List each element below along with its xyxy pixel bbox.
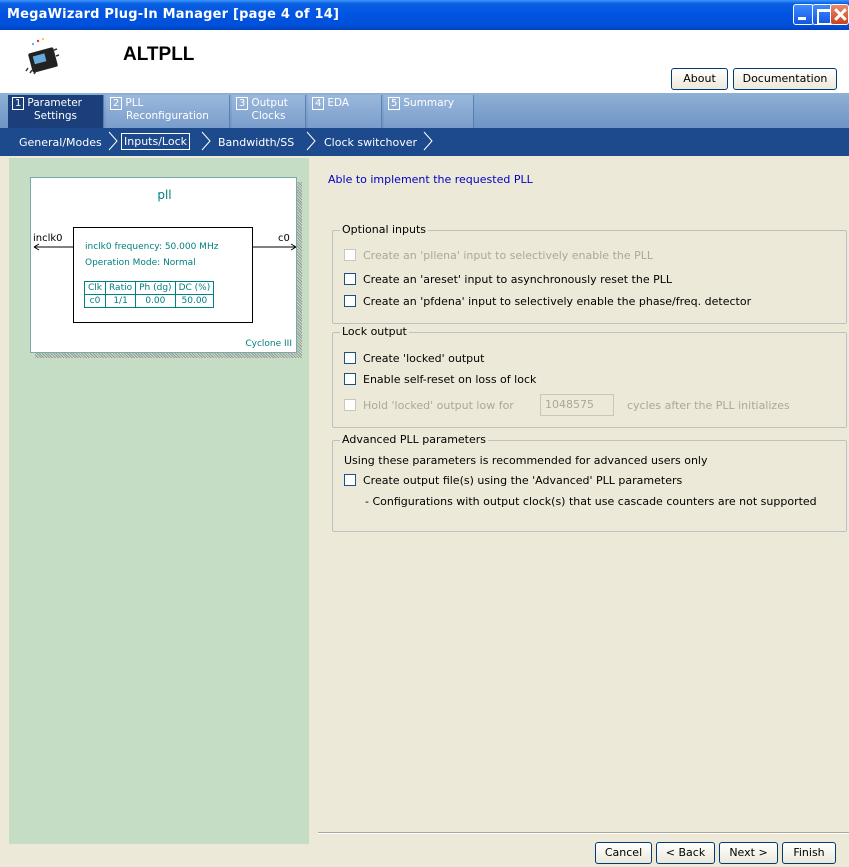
clock-table: Clk Ratio Ph (dg) DC (%) c0 1/1 0.00 50.… — [84, 281, 215, 308]
table-row: c0 1/1 0.00 50.00 — [84, 294, 215, 308]
advanced-note: Using these parameters is recommended fo… — [344, 454, 708, 467]
tab-label-line2: Settings — [33, 110, 78, 122]
chevron-right-icon — [306, 131, 316, 151]
back-button[interactable]: < Back — [656, 842, 715, 864]
tab-label-line2: Reconfiguration — [126, 110, 209, 122]
minimize-icon[interactable] — [793, 4, 814, 25]
tab-output-clocks[interactable]: 3 Output Clocks — [232, 95, 306, 128]
checkbox-label: Enable self-reset on loss of lock — [363, 373, 537, 386]
footer-divider — [318, 832, 849, 834]
checkbox-box — [344, 295, 356, 307]
wizard-header: ALTPLL About Documentation — [0, 30, 849, 93]
tab-pll-reconfiguration[interactable]: 2 PLL Reconfiguration — [106, 95, 230, 128]
title-bar: MegaWizard Plug-In Manager [page 4 of 14… — [0, 0, 849, 30]
mode-text: Operation Mode: Normal — [85, 258, 196, 268]
tab-label: Output — [251, 97, 288, 109]
group-legend: Optional inputs — [340, 223, 429, 236]
checkbox-label: Create 'locked' output — [363, 352, 485, 365]
device-family-label: Cyclone III — [245, 339, 292, 349]
group-legend: Lock output — [340, 325, 409, 338]
checkbox-box — [344, 373, 356, 385]
cancel-button-label: Cancel — [604, 846, 643, 859]
self-reset-checkbox[interactable]: Enable self-reset on loss of lock — [344, 373, 536, 386]
chevron-right-icon — [108, 131, 118, 151]
subnav-bandwidth-ss[interactable]: Bandwidth/SS — [218, 136, 294, 149]
back-button-label: < Back — [665, 846, 706, 859]
table-cell: 50.00 — [174, 294, 215, 308]
tab-label-line2: Clocks — [251, 110, 286, 122]
finish-button-label: Finish — [793, 846, 825, 859]
table-header: Ratio — [104, 281, 137, 295]
chevron-right-icon — [201, 131, 211, 151]
documentation-button[interactable]: Documentation — [733, 68, 837, 90]
next-button[interactable]: Next > — [719, 842, 778, 864]
wizard-tabs: 1 Parameter Settings 2 PLL Reconfiguration… — [0, 93, 849, 128]
checkbox-box — [344, 399, 356, 411]
areset-checkbox[interactable]: Create an 'areset' input to asynchronous… — [344, 273, 672, 286]
tab-number: 5 — [388, 97, 401, 110]
checkbox-box — [344, 352, 356, 364]
tab-number: 3 — [236, 97, 249, 110]
checkbox-label: Hold 'locked' output low for — [363, 399, 514, 412]
checkbox-label: Create an 'pfdena' input to selectively … — [363, 295, 752, 308]
about-button[interactable]: About — [671, 68, 728, 90]
locked-output-checkbox[interactable]: Create 'locked' output — [344, 352, 484, 365]
hold-cycles-input[interactable]: 1048575 — [540, 394, 614, 416]
tab-eda[interactable]: 4 EDA — [308, 95, 382, 128]
tab-summary[interactable]: 5 Summary — [384, 95, 474, 128]
optional-inputs-group: Optional inputs Create an 'pllena' input… — [332, 223, 847, 324]
table-header: Ph (dg) — [135, 281, 176, 295]
finish-button[interactable]: Finish — [782, 842, 836, 864]
checkbox-box — [344, 249, 356, 261]
next-button-label: Next > — [729, 846, 768, 859]
pfdena-checkbox[interactable]: Create an 'pfdena' input to selectively … — [344, 295, 751, 308]
close-icon[interactable] — [830, 4, 849, 25]
checkbox-box — [344, 273, 356, 285]
hold-locked-checkbox[interactable]: Hold 'locked' output low for — [344, 399, 514, 412]
plugin-name: ALTPLL — [123, 44, 195, 65]
checkbox-box — [344, 474, 356, 486]
group-legend: Advanced PLL parameters — [340, 433, 489, 446]
table-cell: c0 — [84, 294, 106, 308]
status-message: Able to implement the requested PLL — [328, 173, 533, 186]
hold-cycles-suffix: cycles after the PLL initializes — [627, 399, 790, 412]
table-cell: 0.00 — [135, 294, 176, 308]
tab-label: EDA — [327, 97, 350, 109]
subnav-clock-switchover[interactable]: Clock switchover — [324, 136, 417, 149]
pll-diagram: pll inclk0 c0 inclk0 frequency: 50.000 M… — [30, 177, 297, 353]
subnav-general-modes[interactable]: General/Modes — [19, 136, 102, 149]
table-cell: 1/1 — [104, 294, 137, 308]
advanced-parameters-group: Advanced PLL parameters Using these para… — [332, 433, 847, 532]
pllena-checkbox[interactable]: Create an 'pllena' input to selectively … — [344, 249, 653, 262]
tab-number: 2 — [110, 97, 123, 110]
tab-label: Summary — [403, 97, 455, 109]
frequency-text: inclk0 frequency: 50.000 MHz — [85, 242, 219, 252]
chip-icon — [25, 38, 60, 75]
checkbox-label: Create output file(s) using the 'Advance… — [363, 474, 683, 487]
tab-number: 4 — [312, 97, 325, 110]
lock-output-group: Lock output Create 'locked' output Enabl… — [332, 325, 847, 428]
window-title: MegaWizard Plug-In Manager [page 4 of 14… — [7, 7, 340, 22]
table-header: DC (%) — [174, 281, 215, 295]
sub-navigation: General/Modes Inputs/Lock Bandwidth/SS C… — [0, 128, 849, 156]
cascade-note: - Configurations with output clock(s) th… — [365, 495, 817, 508]
checkbox-label: Create an 'areset' input to asynchronous… — [363, 273, 672, 286]
cancel-button[interactable]: Cancel — [595, 842, 652, 864]
table-header-row: Clk Ratio Ph (dg) DC (%) — [84, 281, 215, 295]
advanced-files-checkbox[interactable]: Create output file(s) using the 'Advance… — [344, 474, 682, 487]
tab-number: 1 — [12, 97, 25, 110]
about-button-label: About — [683, 72, 716, 85]
tab-label: PLL — [125, 97, 144, 109]
checkbox-label: Create an 'pllena' input to selectively … — [363, 249, 654, 262]
chevron-right-icon — [423, 131, 433, 151]
tab-parameter-settings[interactable]: 1 Parameter Settings — [8, 95, 104, 128]
table-header: Clk — [84, 281, 106, 295]
documentation-button-label: Documentation — [742, 72, 828, 85]
diagram-title: pll — [157, 188, 172, 202]
subnav-inputs-lock[interactable]: Inputs/Lock — [121, 133, 191, 150]
tab-label: Parameter — [27, 97, 83, 109]
